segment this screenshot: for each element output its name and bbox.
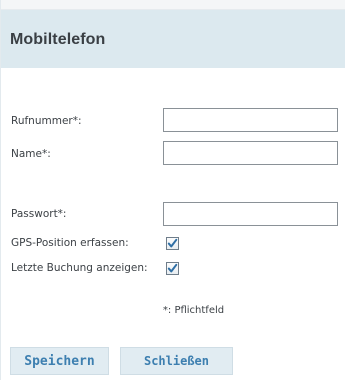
last-booking-label: Letzte Buchung anzeigen: [11,262,148,274]
mobile-phone-dialog: Mobiltelefon Rufnummer*: Name*: Passwort… [0,0,345,380]
close-button[interactable]: Schließen [120,347,233,375]
password-label: Passwort*: [11,208,67,220]
gps-label: GPS-Position erfassen: [11,237,129,249]
last-booking-checkbox[interactable] [166,262,179,275]
password-input[interactable] [163,202,338,226]
gps-checkbox[interactable] [166,237,179,250]
top-strip [1,0,345,10]
save-button[interactable]: Speichern [10,347,109,375]
name-input[interactable] [163,141,338,165]
phone-label: Rufnummer*: [11,115,82,127]
dialog-header: Mobiltelefon [1,10,345,68]
name-label: Name*: [11,148,51,160]
phone-input[interactable] [163,108,338,132]
checkmark-icon [167,263,178,273]
required-field-hint: *: Pflichtfeld [162,305,225,316]
dialog-title: Mobiltelefon [10,31,106,48]
checkmark-icon [167,238,178,248]
